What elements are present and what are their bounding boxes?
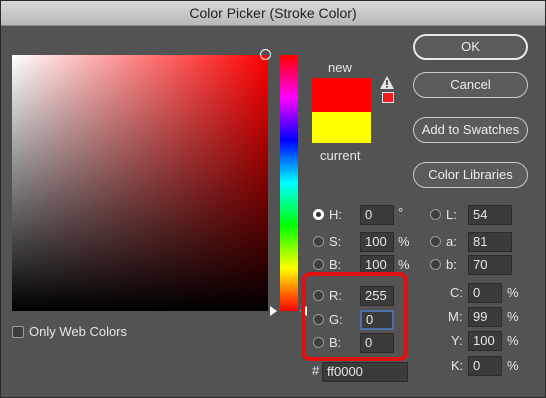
yellow-label: Y:	[451, 333, 463, 348]
hue-field[interactable]: 0	[360, 205, 394, 225]
window-title: Color Picker (Stroke Color)	[1, 1, 545, 26]
black-label: K:	[451, 358, 464, 373]
yellow-field[interactable]: 100	[468, 331, 502, 351]
hue-slider-left-arrow-icon[interactable]	[270, 306, 277, 316]
lab-l-label: L:	[446, 207, 457, 222]
hue-radio[interactable]	[313, 209, 324, 220]
ok-button[interactable]: OK	[413, 34, 528, 60]
color-field-marker[interactable]	[260, 49, 271, 60]
saturation-unit: %	[398, 234, 410, 249]
saturation-field[interactable]: 100	[360, 232, 394, 252]
saturation-radio[interactable]	[313, 236, 324, 247]
gamut-warning-icon[interactable]	[380, 76, 394, 89]
cyan-field[interactable]: 0	[468, 283, 502, 303]
magenta-label: M:	[448, 309, 463, 324]
only-web-colors-checkbox[interactable]	[12, 326, 24, 338]
color-libraries-button[interactable]: Color Libraries	[413, 162, 528, 188]
lab-l-radio[interactable]	[430, 209, 441, 220]
add-to-swatches-button[interactable]: Add to Swatches	[413, 117, 528, 143]
lab-a-label: a:	[446, 234, 457, 249]
yellow-unit: %	[507, 333, 519, 348]
black-field[interactable]: 0	[468, 356, 502, 376]
lab-l-field[interactable]: 54	[468, 205, 512, 225]
current-label: current	[320, 148, 361, 163]
hex-label: #	[312, 363, 320, 378]
gamut-warning-swatch[interactable]	[382, 92, 394, 103]
color-field[interactable]	[12, 55, 268, 311]
lab-a-radio[interactable]	[430, 236, 441, 247]
current-color-swatch[interactable]	[312, 112, 371, 143]
lab-b-radio[interactable]	[430, 259, 441, 270]
saturation-label: S:	[329, 234, 342, 249]
lab-b-field[interactable]: 70	[468, 255, 512, 275]
hue-unit: °	[398, 205, 404, 220]
hue-slider[interactable]	[280, 55, 298, 311]
new-label: new	[328, 60, 352, 75]
rgb-highlight-outline	[301, 272, 408, 361]
magenta-field[interactable]: 99	[468, 307, 502, 327]
cyan-unit: %	[507, 285, 519, 300]
color-picker-dialog: Color Picker (Stroke Color) Only Web Col…	[0, 0, 546, 398]
hex-field[interactable]: ff0000	[322, 362, 408, 382]
lab-a-field[interactable]: 81	[468, 232, 512, 252]
cyan-label: C:	[450, 285, 463, 300]
hue-label: H:	[329, 207, 342, 222]
only-web-colors-label: Only Web Colors	[29, 324, 128, 339]
magenta-unit: %	[507, 309, 519, 324]
brightness-radio[interactable]	[313, 259, 324, 270]
lab-b-label: b:	[446, 257, 457, 272]
new-color-swatch	[312, 78, 371, 112]
black-unit: %	[507, 358, 519, 373]
cancel-button[interactable]: Cancel	[413, 72, 528, 98]
